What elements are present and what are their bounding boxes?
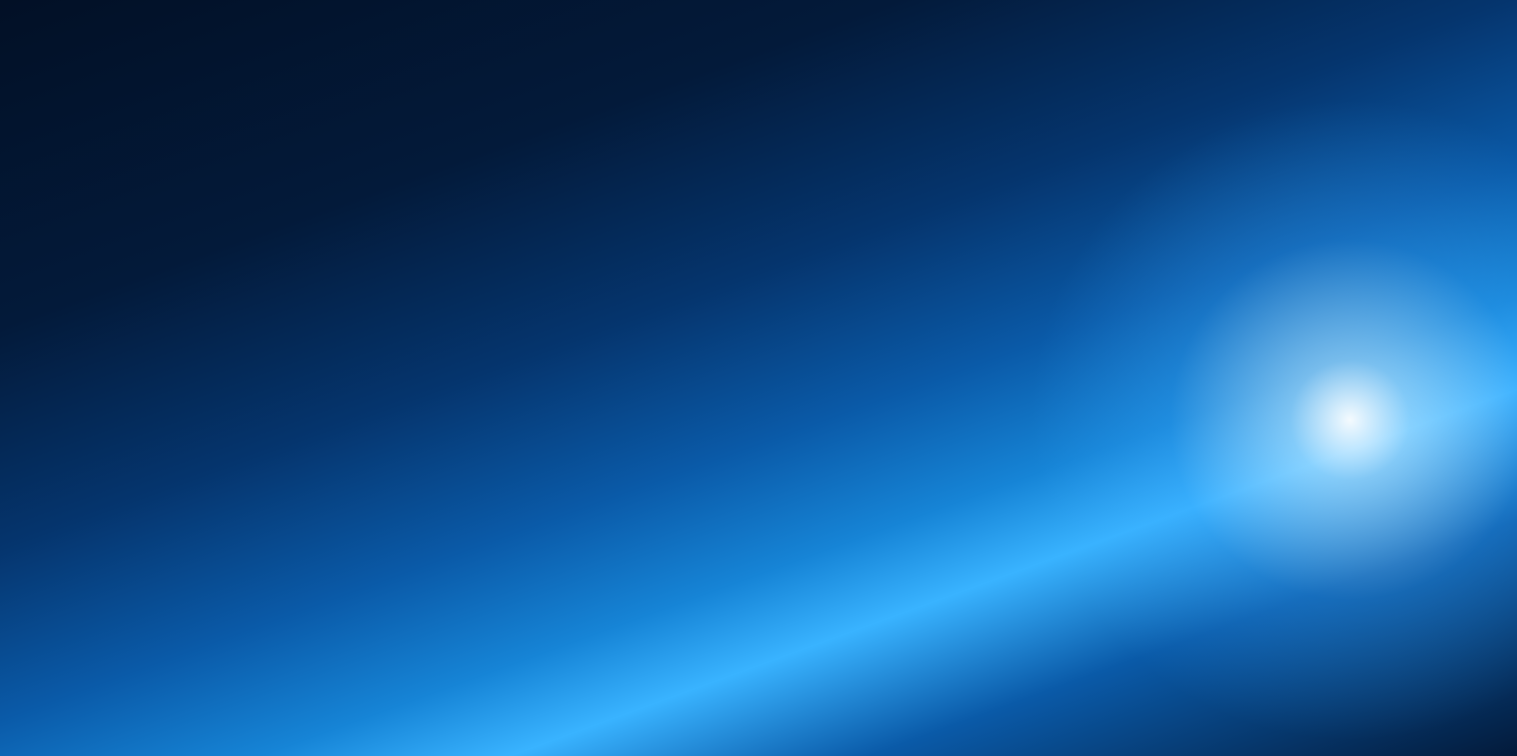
desktop-icon[interactable]: 移动端触摸事件 — [1222, 0, 1316, 46]
desktop-icon[interactable]: 笔记 — [846, 0, 940, 46]
desktop-icon[interactable]: css基本功 — [470, 0, 564, 46]
desktop-icon[interactable]: 郑润林 — [188, 0, 282, 46]
desktop-icon[interactable]: lazyload.... — [1316, 0, 1410, 46]
desktop-icon-grid: 此电脑回收站郑润林SckeditorSckeditor_4...css基本功do… — [0, 0, 1517, 46]
desktop-icon[interactable]: preview.ht... — [1410, 0, 1504, 46]
desktop-icon[interactable]: 穿越神器 — [940, 0, 1034, 46]
desktop-icon[interactable]: 新建文件夹 (2) — [1034, 0, 1128, 46]
desktop-icon[interactable]: 回收站 — [94, 0, 188, 46]
desktop-icon[interactable]: Sckeditor_4... — [376, 0, 470, 46]
desktop-icon[interactable]: Sckeditor — [282, 0, 376, 46]
desktop-icon[interactable]: summern... — [1504, 0, 1517, 46]
desktop-icon[interactable]: JS保存 — [752, 0, 846, 46]
desktop[interactable]: 此电脑回收站郑润林SckeditorSckeditor_4...css基本功do… — [0, 0, 1517, 756]
desktop-icon[interactable]: download — [564, 0, 658, 46]
desktop-icon[interactable]: 此电脑 — [0, 0, 94, 46]
desktop-icon[interactable]: 新建文件夹 (3) — [1128, 0, 1222, 46]
desktop-icon[interactable]: Hammerj... — [658, 0, 752, 46]
